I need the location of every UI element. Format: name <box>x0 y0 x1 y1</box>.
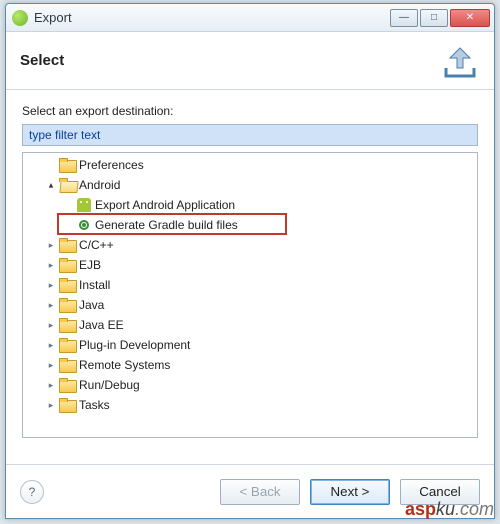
tree-item-label: Java <box>79 298 104 312</box>
help-button[interactable]: ? <box>20 480 44 504</box>
back-button[interactable]: < Back <box>220 479 300 505</box>
folder-icon <box>59 318 75 332</box>
tree-item[interactable]: ▸ Java <box>23 295 477 315</box>
titlebar[interactable]: Export — □ ✕ <box>6 4 494 32</box>
folder-icon <box>59 258 75 272</box>
close-button[interactable]: ✕ <box>450 9 490 27</box>
tree-item-label: Run/Debug <box>79 378 140 392</box>
destination-label: Select an export destination: <box>22 104 478 118</box>
expand-icon[interactable]: ▸ <box>45 260 57 271</box>
eclipse-icon <box>12 10 28 26</box>
watermark: aspku.com <box>405 499 494 520</box>
tree-item-label: Java EE <box>79 318 124 332</box>
tree-item-label: Tasks <box>79 398 110 412</box>
tree-item[interactable]: Preferences <box>23 155 477 175</box>
folder-icon <box>59 278 75 292</box>
wizard-body: Select an export destination: Preference… <box>6 90 494 438</box>
tree-item-label: Generate Gradle build files <box>95 218 238 232</box>
tree-item-label: Plug-in Development <box>79 338 190 352</box>
expand-icon[interactable]: ▸ <box>45 280 57 291</box>
page-title: Select <box>20 52 440 69</box>
collapse-icon[interactable]: ▾ <box>45 180 57 191</box>
tree-item[interactable]: ▾ Android <box>23 175 477 195</box>
tree-item-label: Preferences <box>79 158 144 172</box>
tree-item[interactable]: ▸ C/C++ <box>23 235 477 255</box>
tree-item[interactable]: ▸ Run/Debug <box>23 375 477 395</box>
expand-icon[interactable]: ▸ <box>45 360 57 371</box>
folder-icon <box>59 178 75 192</box>
tree-item-label: EJB <box>79 258 101 272</box>
folder-icon <box>59 338 75 352</box>
expand-icon[interactable]: ▸ <box>45 340 57 351</box>
tree-item[interactable]: Generate Gradle build files <box>23 215 477 235</box>
expand-icon[interactable]: ▸ <box>45 300 57 311</box>
tree-item[interactable]: ▸ Tasks <box>23 395 477 415</box>
wizard-header: Select <box>6 32 494 90</box>
next-button[interactable]: Next > <box>310 479 390 505</box>
filter-input[interactable] <box>22 124 478 146</box>
tree-item[interactable]: ▸ Install <box>23 275 477 295</box>
minimize-button[interactable]: — <box>390 9 418 27</box>
tree-item[interactable]: Export Android Application <box>23 195 477 215</box>
tree-item[interactable]: ▸ EJB <box>23 255 477 275</box>
tree-item-label: Remote Systems <box>79 358 170 372</box>
tree-item[interactable]: ▸ Plug-in Development <box>23 335 477 355</box>
expand-icon[interactable]: ▸ <box>45 320 57 331</box>
tree-item[interactable]: ▸ Remote Systems <box>23 355 477 375</box>
folder-icon <box>59 158 75 172</box>
expand-icon[interactable]: ▸ <box>45 380 57 391</box>
tree-item[interactable]: ▸ Java EE <box>23 315 477 335</box>
android-icon <box>77 198 91 212</box>
tree-item-label: Export Android Application <box>95 198 235 212</box>
expand-icon[interactable]: ▸ <box>45 400 57 411</box>
export-dialog: Export — □ ✕ Select Select an export des… <box>5 3 495 519</box>
tree-item-label: Install <box>79 278 110 292</box>
folder-icon <box>59 378 75 392</box>
folder-icon <box>59 398 75 412</box>
folder-icon <box>59 298 75 312</box>
expand-icon[interactable]: ▸ <box>45 240 57 251</box>
export-icon <box>440 42 480 80</box>
tree-item-label: C/C++ <box>79 238 114 252</box>
export-tree[interactable]: Preferences ▾ Android Export Android Applic… <box>22 152 478 438</box>
folder-icon <box>59 358 75 372</box>
tree-item-label: Android <box>79 178 120 192</box>
window-controls: — □ ✕ <box>390 9 490 27</box>
folder-icon <box>59 238 75 252</box>
maximize-button[interactable]: □ <box>420 9 448 27</box>
gradle-icon <box>77 218 91 232</box>
window-title: Export <box>34 10 390 25</box>
